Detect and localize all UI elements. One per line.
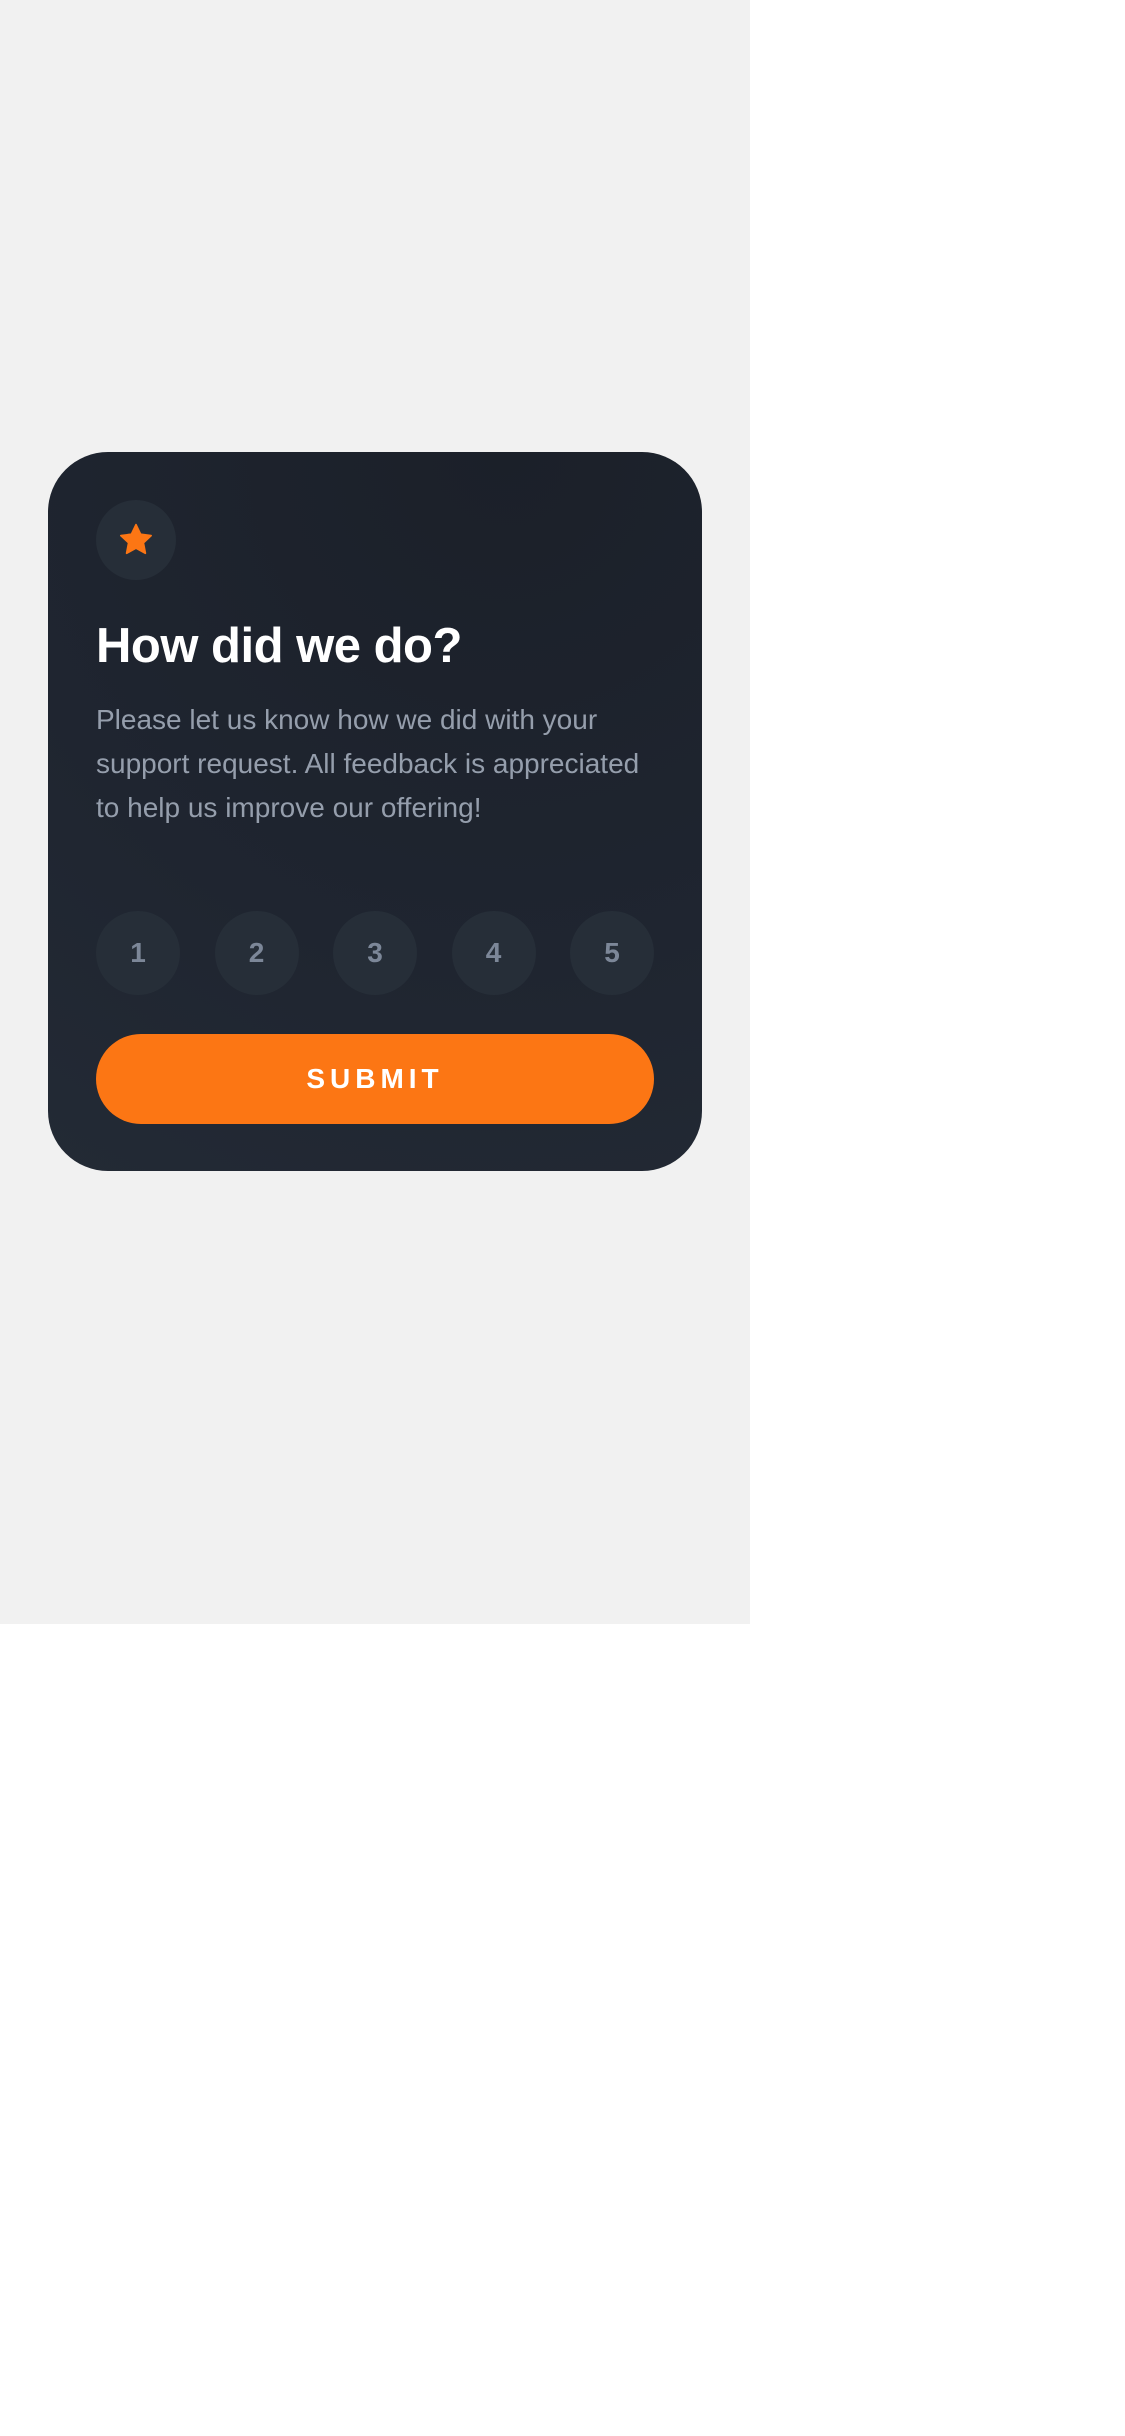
star-icon-container: [96, 500, 176, 580]
card-title: How did we do?: [96, 619, 462, 673]
rating-options: 1 2 3 4 5: [96, 911, 654, 995]
rating-button-1[interactable]: 1: [96, 911, 180, 995]
rating-button-4[interactable]: 4: [451, 911, 536, 995]
star-icon: [120, 523, 152, 555]
card-description: Please let us know how we did with your …: [96, 704, 640, 823]
rating-button-5[interactable]: 5: [570, 911, 654, 995]
page-background: How did we do? Please let us know how we…: [0, 0, 750, 1624]
submit-button[interactable]: SUBMIT: [96, 1034, 654, 1124]
rating-button-2[interactable]: 2: [214, 911, 299, 995]
rating-card: How did we do? Please let us know how we…: [48, 452, 702, 1171]
rating-button-3[interactable]: 3: [333, 911, 417, 995]
